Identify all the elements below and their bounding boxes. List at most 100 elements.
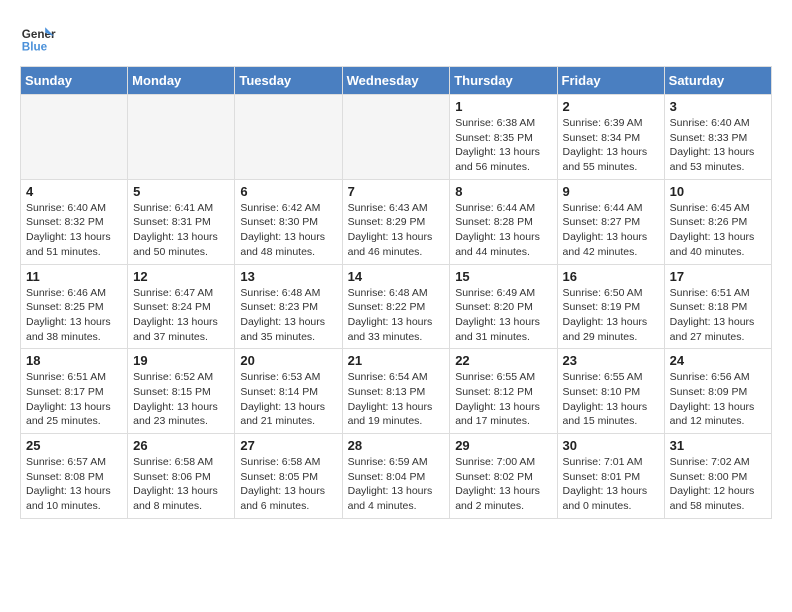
weekday-header: Wednesday [342, 67, 450, 95]
calendar-day-cell: 6 Sunrise: 6:42 AMSunset: 8:30 PMDaylight… [235, 179, 342, 264]
calendar-day-cell: 17 Sunrise: 6:51 AMSunset: 8:18 PMDayligh… [664, 264, 771, 349]
day-number: 9 [563, 184, 659, 199]
day-number: 30 [563, 438, 659, 453]
weekday-header: Saturday [664, 67, 771, 95]
day-info: Sunrise: 6:48 AMSunset: 8:23 PMDaylight:… [240, 286, 336, 345]
day-number: 20 [240, 353, 336, 368]
calendar-day-cell: 10Sunrise: 6:45 AMSunset: 8:26 PMDayligh… [664, 179, 771, 264]
day-info: Sunrise: 6:59 AMSunset: 8:04 PMDaylight:… [348, 455, 445, 514]
day-info: Sunrise: 6:43 AMSunset: 8:29 PMDaylight:… [348, 201, 445, 260]
day-info: Sunrise: 6:49 AMSunset: 8:20 PMDaylight:… [455, 286, 551, 345]
day-info: Sunrise: 6:51 AMSunset: 8:17 PMDaylight:… [26, 370, 122, 429]
calendar-day-cell: 12 Sunrise: 6:47 AMSunset: 8:24 PMDayligh… [128, 264, 235, 349]
weekday-header: Monday [128, 67, 235, 95]
day-info: Sunrise: 6:46 AMSunset: 8:25 PMDaylight:… [26, 286, 122, 345]
day-info: Sunrise: 6:55 AMSunset: 8:12 PMDaylight:… [455, 370, 551, 429]
calendar: SundayMondayTuesdayWednesdayThursdayFrid… [20, 66, 772, 519]
day-number: 4 [26, 184, 122, 199]
calendar-day-cell: 5 Sunrise: 6:41 AMSunset: 8:31 PMDaylight… [128, 179, 235, 264]
calendar-day-cell: 28 Sunrise: 6:59 AMSunset: 8:04 PMDayligh… [342, 434, 450, 519]
weekday-header: Sunday [21, 67, 128, 95]
logo-icon: General Blue [20, 20, 56, 56]
calendar-day-cell: 8 Sunrise: 6:44 AMSunset: 8:28 PMDaylight… [450, 179, 557, 264]
day-info: Sunrise: 7:00 AMSunset: 8:02 PMDaylight:… [455, 455, 551, 514]
calendar-day-cell: 13 Sunrise: 6:48 AMSunset: 8:23 PMDayligh… [235, 264, 342, 349]
day-number: 29 [455, 438, 551, 453]
day-number: 23 [563, 353, 659, 368]
calendar-day-cell: 11 Sunrise: 6:46 AMSunset: 8:25 PMDayligh… [21, 264, 128, 349]
day-info: Sunrise: 6:57 AMSunset: 8:08 PMDaylight:… [26, 455, 122, 514]
day-number: 22 [455, 353, 551, 368]
calendar-day-cell [128, 95, 235, 180]
day-info: Sunrise: 6:55 AMSunset: 8:10 PMDaylight:… [563, 370, 659, 429]
calendar-header-row: SundayMondayTuesdayWednesdayThursdayFrid… [21, 67, 772, 95]
calendar-day-cell: 16 Sunrise: 6:50 AMSunset: 8:19 PMDayligh… [557, 264, 664, 349]
day-info: Sunrise: 6:38 AMSunset: 8:35 PMDaylight:… [455, 116, 551, 175]
day-info: Sunrise: 6:44 AMSunset: 8:27 PMDaylight:… [563, 201, 659, 260]
day-number: 1 [455, 99, 551, 114]
calendar-day-cell: 15Sunrise: 6:49 AMSunset: 8:20 PMDayligh… [450, 264, 557, 349]
calendar-day-cell: 20 Sunrise: 6:53 AMSunset: 8:14 PMDayligh… [235, 349, 342, 434]
calendar-day-cell: 1 Sunrise: 6:38 AMSunset: 8:35 PMDaylight… [450, 95, 557, 180]
day-info: Sunrise: 7:01 AMSunset: 8:01 PMDaylight:… [563, 455, 659, 514]
day-number: 16 [563, 269, 659, 284]
day-number: 10 [670, 184, 766, 199]
day-info: Sunrise: 6:48 AMSunset: 8:22 PMDaylight:… [348, 286, 445, 345]
calendar-day-cell: 29 Sunrise: 7:00 AMSunset: 8:02 PMDayligh… [450, 434, 557, 519]
calendar-week-row: 11 Sunrise: 6:46 AMSunset: 8:25 PMDayligh… [21, 264, 772, 349]
day-number: 21 [348, 353, 445, 368]
calendar-day-cell: 2 Sunrise: 6:39 AMSunset: 8:34 PMDaylight… [557, 95, 664, 180]
calendar-day-cell [21, 95, 128, 180]
day-info: Sunrise: 6:42 AMSunset: 8:30 PMDaylight:… [240, 201, 336, 260]
day-info: Sunrise: 6:58 AMSunset: 8:06 PMDaylight:… [133, 455, 229, 514]
day-info: Sunrise: 6:53 AMSunset: 8:14 PMDaylight:… [240, 370, 336, 429]
day-number: 17 [670, 269, 766, 284]
day-number: 3 [670, 99, 766, 114]
day-info: Sunrise: 7:02 AMSunset: 8:00 PMDaylight:… [670, 455, 766, 514]
day-number: 8 [455, 184, 551, 199]
day-info: Sunrise: 6:40 AMSunset: 8:33 PMDaylight:… [670, 116, 766, 175]
calendar-day-cell: 27 Sunrise: 6:58 AMSunset: 8:05 PMDayligh… [235, 434, 342, 519]
day-info: Sunrise: 6:44 AMSunset: 8:28 PMDaylight:… [455, 201, 551, 260]
calendar-day-cell: 24Sunrise: 6:56 AMSunset: 8:09 PMDayligh… [664, 349, 771, 434]
day-number: 28 [348, 438, 445, 453]
weekday-header: Tuesday [235, 67, 342, 95]
calendar-day-cell: 14Sunrise: 6:48 AMSunset: 8:22 PMDayligh… [342, 264, 450, 349]
calendar-day-cell: 21 Sunrise: 6:54 AMSunset: 8:13 PMDayligh… [342, 349, 450, 434]
calendar-day-cell: 9 Sunrise: 6:44 AMSunset: 8:27 PMDaylight… [557, 179, 664, 264]
calendar-day-cell: 31 Sunrise: 7:02 AMSunset: 8:00 PMDayligh… [664, 434, 771, 519]
calendar-day-cell: 7Sunrise: 6:43 AMSunset: 8:29 PMDaylight… [342, 179, 450, 264]
day-info: Sunrise: 6:56 AMSunset: 8:09 PMDaylight:… [670, 370, 766, 429]
calendar-week-row: 4 Sunrise: 6:40 AMSunset: 8:32 PMDaylight… [21, 179, 772, 264]
calendar-day-cell: 18Sunrise: 6:51 AMSunset: 8:17 PMDayligh… [21, 349, 128, 434]
day-number: 19 [133, 353, 229, 368]
calendar-day-cell: 19Sunrise: 6:52 AMSunset: 8:15 PMDayligh… [128, 349, 235, 434]
day-info: Sunrise: 6:41 AMSunset: 8:31 PMDaylight:… [133, 201, 229, 260]
day-number: 12 [133, 269, 229, 284]
day-info: Sunrise: 6:58 AMSunset: 8:05 PMDaylight:… [240, 455, 336, 514]
svg-text:Blue: Blue [22, 41, 48, 54]
calendar-day-cell: 26 Sunrise: 6:58 AMSunset: 8:06 PMDayligh… [128, 434, 235, 519]
weekday-header: Friday [557, 67, 664, 95]
calendar-day-cell: 3 Sunrise: 6:40 AMSunset: 8:33 PMDaylight… [664, 95, 771, 180]
logo: General Blue [20, 20, 56, 56]
day-info: Sunrise: 6:40 AMSunset: 8:32 PMDaylight:… [26, 201, 122, 260]
day-number: 31 [670, 438, 766, 453]
day-number: 5 [133, 184, 229, 199]
day-number: 11 [26, 269, 122, 284]
calendar-body: 1 Sunrise: 6:38 AMSunset: 8:35 PMDaylight… [21, 95, 772, 519]
day-number: 2 [563, 99, 659, 114]
calendar-day-cell: 25Sunrise: 6:57 AMSunset: 8:08 PMDayligh… [21, 434, 128, 519]
calendar-day-cell [342, 95, 450, 180]
calendar-week-row: 25Sunrise: 6:57 AMSunset: 8:08 PMDayligh… [21, 434, 772, 519]
weekday-header: Thursday [450, 67, 557, 95]
day-number: 13 [240, 269, 336, 284]
day-number: 27 [240, 438, 336, 453]
day-info: Sunrise: 6:50 AMSunset: 8:19 PMDaylight:… [563, 286, 659, 345]
day-number: 26 [133, 438, 229, 453]
day-info: Sunrise: 6:39 AMSunset: 8:34 PMDaylight:… [563, 116, 659, 175]
day-info: Sunrise: 6:51 AMSunset: 8:18 PMDaylight:… [670, 286, 766, 345]
day-info: Sunrise: 6:47 AMSunset: 8:24 PMDaylight:… [133, 286, 229, 345]
day-number: 6 [240, 184, 336, 199]
day-info: Sunrise: 6:54 AMSunset: 8:13 PMDaylight:… [348, 370, 445, 429]
